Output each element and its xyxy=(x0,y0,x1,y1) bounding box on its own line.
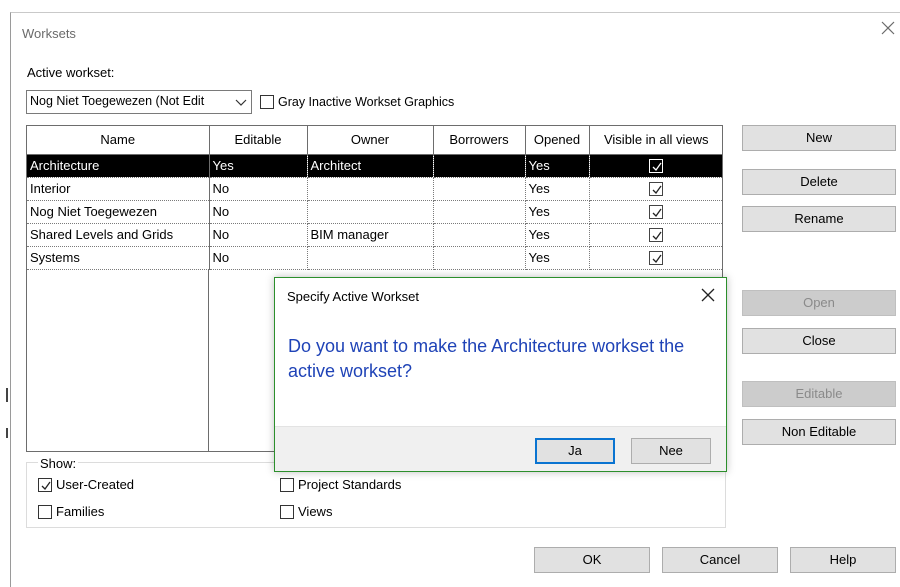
cell-owner: BIM manager xyxy=(307,223,434,247)
cell-name[interactable]: Interior xyxy=(27,177,210,201)
close-button[interactable]: Close xyxy=(742,328,896,354)
table-row[interactable]: Nog Niet Toegewezen No Yes xyxy=(27,200,722,224)
chevron-down-icon xyxy=(235,97,247,107)
cell-borrowers xyxy=(433,246,526,270)
cell-visible[interactable] xyxy=(589,246,722,270)
column-header-name[interactable]: Name xyxy=(27,126,210,155)
cell-visible[interactable] xyxy=(589,223,722,247)
edge-mark xyxy=(6,428,8,438)
cell-borrowers xyxy=(433,154,526,178)
gray-inactive-checkbox[interactable] xyxy=(260,95,274,109)
visible-checkbox[interactable] xyxy=(649,159,663,174)
cell-opened[interactable]: Yes xyxy=(525,246,590,270)
cell-opened[interactable]: Yes xyxy=(525,223,590,247)
user-created-label: User-Created xyxy=(56,477,135,492)
cell-owner xyxy=(307,246,434,270)
dialog-title: Worksets xyxy=(22,26,76,41)
cell-editable[interactable]: No xyxy=(209,177,308,201)
cell-borrowers xyxy=(433,223,526,247)
table-row[interactable]: Interior No Yes xyxy=(27,177,722,201)
project-standards-label: Project Standards xyxy=(298,477,402,492)
cell-visible[interactable] xyxy=(589,177,722,201)
visible-checkbox[interactable] xyxy=(649,182,663,197)
specify-active-workset-dialog: Specify Active Workset Do you want to ma… xyxy=(274,277,727,472)
cell-borrowers xyxy=(433,177,526,201)
views-checkbox[interactable] xyxy=(280,505,294,519)
new-button[interactable]: New xyxy=(742,125,896,151)
column-header-editable[interactable]: Editable xyxy=(209,126,308,155)
column-header-opened[interactable]: Opened xyxy=(525,126,590,155)
cell-name[interactable]: Systems xyxy=(27,246,210,270)
cell-editable[interactable]: No xyxy=(209,200,308,224)
table-row[interactable]: Shared Levels and Grids No BIM manager Y… xyxy=(27,223,722,247)
editable-button[interactable]: Editable xyxy=(742,381,896,407)
ok-button[interactable]: OK xyxy=(534,547,650,573)
gray-inactive-label: Gray Inactive Workset Graphics xyxy=(278,95,455,109)
show-label: Show: xyxy=(38,456,79,471)
cell-editable[interactable]: No xyxy=(209,223,308,247)
no-button[interactable]: Nee xyxy=(631,438,711,464)
table-empty-area xyxy=(27,269,209,451)
open-button[interactable]: Open xyxy=(742,290,896,316)
help-button[interactable]: Help xyxy=(790,547,896,573)
visible-checkbox[interactable] xyxy=(649,228,663,243)
non-editable-button[interactable]: Non Editable xyxy=(742,419,896,445)
modal-footer: Ja Nee xyxy=(275,426,726,471)
cell-owner xyxy=(307,200,434,224)
column-header-borrowers[interactable]: Borrowers xyxy=(433,126,526,155)
cell-name[interactable]: Architecture xyxy=(27,154,210,178)
cell-opened[interactable]: Yes xyxy=(525,154,590,178)
cell-name[interactable]: Shared Levels and Grids xyxy=(27,223,210,247)
cell-editable[interactable]: No xyxy=(209,246,308,270)
cell-visible[interactable] xyxy=(589,200,722,224)
dialog-close-icon[interactable] xyxy=(879,20,897,38)
table-row[interactable]: Systems No Yes xyxy=(27,246,722,270)
delete-button[interactable]: Delete xyxy=(742,169,896,195)
families-checkbox[interactable] xyxy=(38,505,52,519)
visible-checkbox[interactable] xyxy=(649,251,663,266)
table-header-row: Name Editable Owner Borrowers Opened Vis… xyxy=(27,126,722,155)
modal-title: Specify Active Workset xyxy=(287,289,419,304)
rename-button[interactable]: Rename xyxy=(742,206,896,232)
column-header-owner[interactable]: Owner xyxy=(307,126,434,155)
cell-opened[interactable]: Yes xyxy=(525,177,590,201)
modal-close-icon[interactable] xyxy=(698,286,718,306)
column-header-visible[interactable]: Visible in all views xyxy=(589,126,722,155)
project-standards-checkbox[interactable] xyxy=(280,478,294,492)
cancel-button[interactable]: Cancel xyxy=(662,547,778,573)
active-workset-dropdown[interactable]: Nog Niet Toegewezen (Not Edit xyxy=(26,90,252,114)
cell-opened[interactable]: Yes xyxy=(525,200,590,224)
views-label: Views xyxy=(298,504,333,519)
cell-owner xyxy=(307,177,434,201)
modal-message: Do you want to make the Architecture wor… xyxy=(288,336,685,381)
cell-visible[interactable] xyxy=(589,154,722,178)
user-created-checkbox[interactable] xyxy=(38,478,52,492)
edge-mark xyxy=(6,388,8,402)
visible-checkbox[interactable] xyxy=(649,205,663,220)
active-workset-value: Nog Niet Toegewezen (Not Edit xyxy=(30,94,205,108)
yes-button[interactable]: Ja xyxy=(535,438,615,464)
families-label: Families xyxy=(56,504,105,519)
table-row[interactable]: Architecture Yes Architect Yes xyxy=(27,154,722,178)
cell-editable[interactable]: Yes xyxy=(209,154,308,178)
cell-owner: Architect xyxy=(307,154,434,178)
active-workset-label: Active workset: xyxy=(27,65,115,80)
cell-borrowers xyxy=(433,200,526,224)
cell-name[interactable]: Nog Niet Toegewezen xyxy=(27,200,210,224)
